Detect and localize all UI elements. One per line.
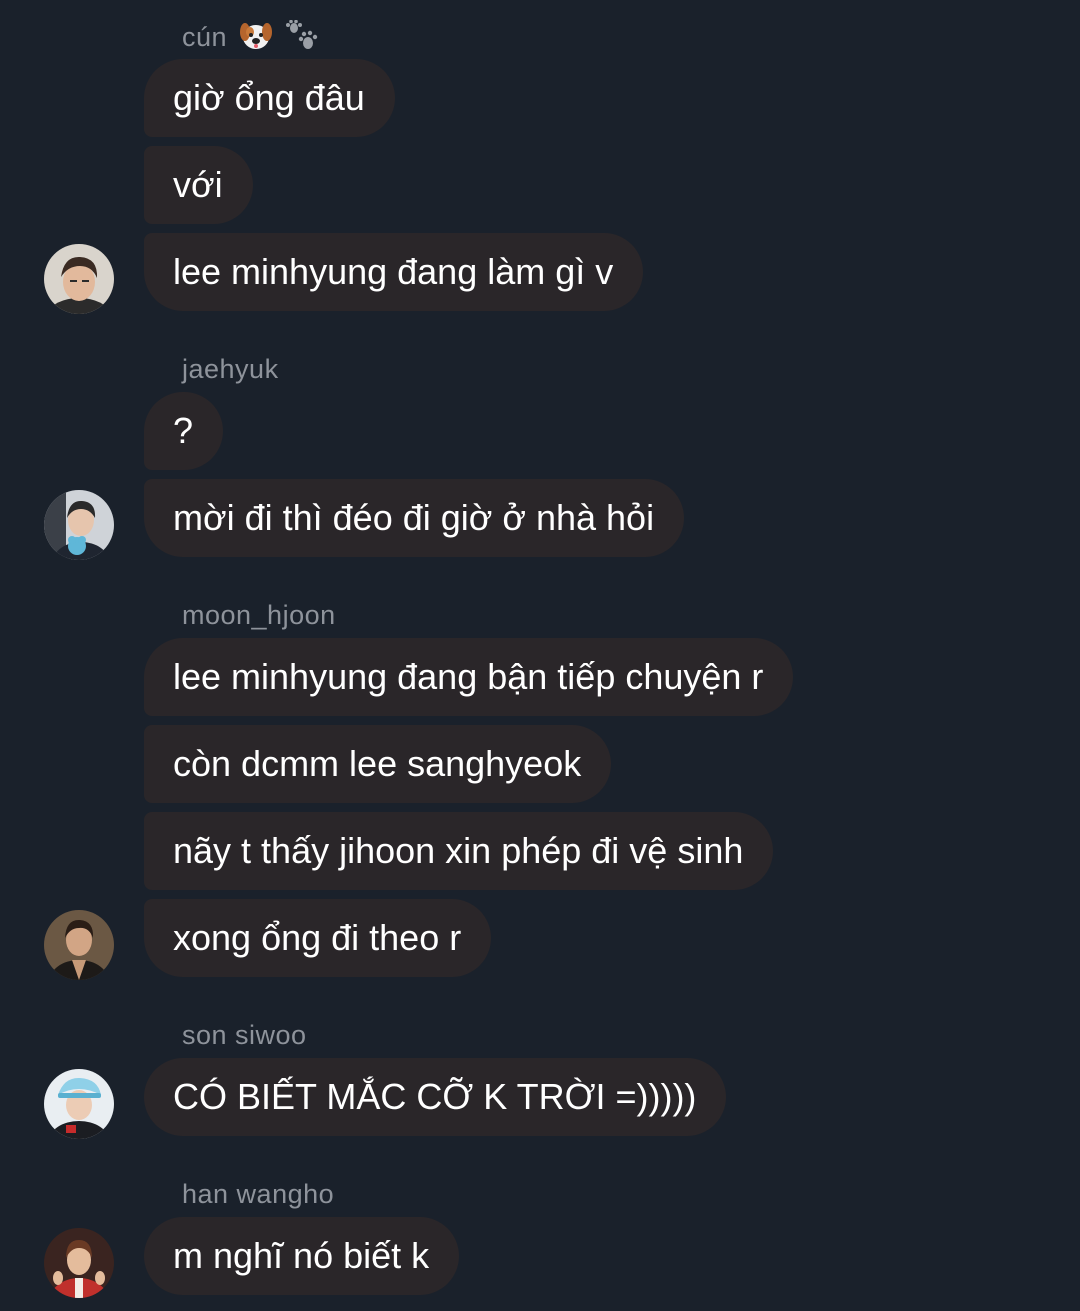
message-text: lee minhyung đang bận tiếp chuyện r bbox=[173, 656, 764, 697]
message-text: ? bbox=[173, 410, 194, 451]
message-bubble[interactable]: còn dcmm lee sanghyeok bbox=[144, 725, 612, 803]
chat-thread: cún giờ ổng đâu với lee minhyung đang là… bbox=[0, 0, 1080, 1311]
sender-name-text: son siwoo bbox=[182, 1020, 307, 1050]
sender-name-text: cún bbox=[182, 22, 228, 52]
paw-prints-icon bbox=[285, 19, 319, 59]
avatar[interactable] bbox=[44, 244, 114, 314]
dog-face-icon bbox=[239, 20, 273, 59]
message-bubble[interactable]: ? bbox=[144, 392, 224, 470]
message-bubble[interactable]: giờ ổng đâu bbox=[144, 59, 395, 137]
message-bubble[interactable]: xong ổng đi theo r bbox=[144, 899, 492, 977]
message-bubble[interactable]: mời đi thì đéo đi giờ ở nhà hỏi bbox=[144, 479, 685, 557]
message-bubble[interactable]: CÓ BIẾT MẮC CỠ K TRỜI =))))) bbox=[144, 1058, 727, 1136]
message-text: CÓ BIẾT MẮC CỠ K TRỜI =))))) bbox=[173, 1076, 697, 1117]
sender-name: han wangho bbox=[182, 1178, 334, 1210]
message-text: lee minhyung đang làm gì v bbox=[173, 251, 614, 292]
message-text: mời đi thì đéo đi giờ ở nhà hỏi bbox=[173, 497, 655, 538]
sender-name-text: moon_hjoon bbox=[182, 600, 336, 630]
message-bubble[interactable]: m nghĩ nó biết k bbox=[144, 1217, 460, 1295]
avatar[interactable] bbox=[44, 490, 114, 560]
message-bubble[interactable]: lee minhyung đang làm gì v bbox=[144, 233, 644, 311]
message-text: giờ ổng đâu bbox=[173, 77, 365, 118]
message-text: m nghĩ nó biết k bbox=[173, 1235, 430, 1276]
avatar[interactable] bbox=[44, 1228, 114, 1298]
message-text: xong ổng đi theo r bbox=[173, 917, 462, 958]
avatar-photo bbox=[44, 910, 114, 980]
avatar[interactable] bbox=[44, 910, 114, 980]
sender-name: son siwoo bbox=[182, 1019, 307, 1051]
sender-name: jaehyuk bbox=[182, 353, 279, 385]
message-bubble[interactable]: nãy t thấy jihoon xin phép đi vệ sinh bbox=[144, 812, 774, 890]
message-text: với bbox=[173, 164, 223, 205]
avatar-photo bbox=[44, 1069, 114, 1139]
sender-name: cún bbox=[182, 19, 319, 59]
avatar-photo bbox=[44, 490, 114, 560]
message-text: nãy t thấy jihoon xin phép đi vệ sinh bbox=[173, 830, 744, 871]
message-bubble[interactable]: với bbox=[144, 146, 253, 224]
sender-name-text: jaehyuk bbox=[182, 354, 279, 384]
message-bubble[interactable]: lee minhyung đang bận tiếp chuyện r bbox=[144, 638, 794, 716]
avatar-photo bbox=[44, 1228, 114, 1298]
avatar-photo bbox=[44, 244, 114, 314]
sender-name-text: han wangho bbox=[182, 1179, 335, 1209]
message-text: còn dcmm lee sanghyeok bbox=[173, 743, 582, 784]
avatar[interactable] bbox=[44, 1069, 114, 1139]
sender-name: moon_hjoon bbox=[182, 599, 336, 631]
